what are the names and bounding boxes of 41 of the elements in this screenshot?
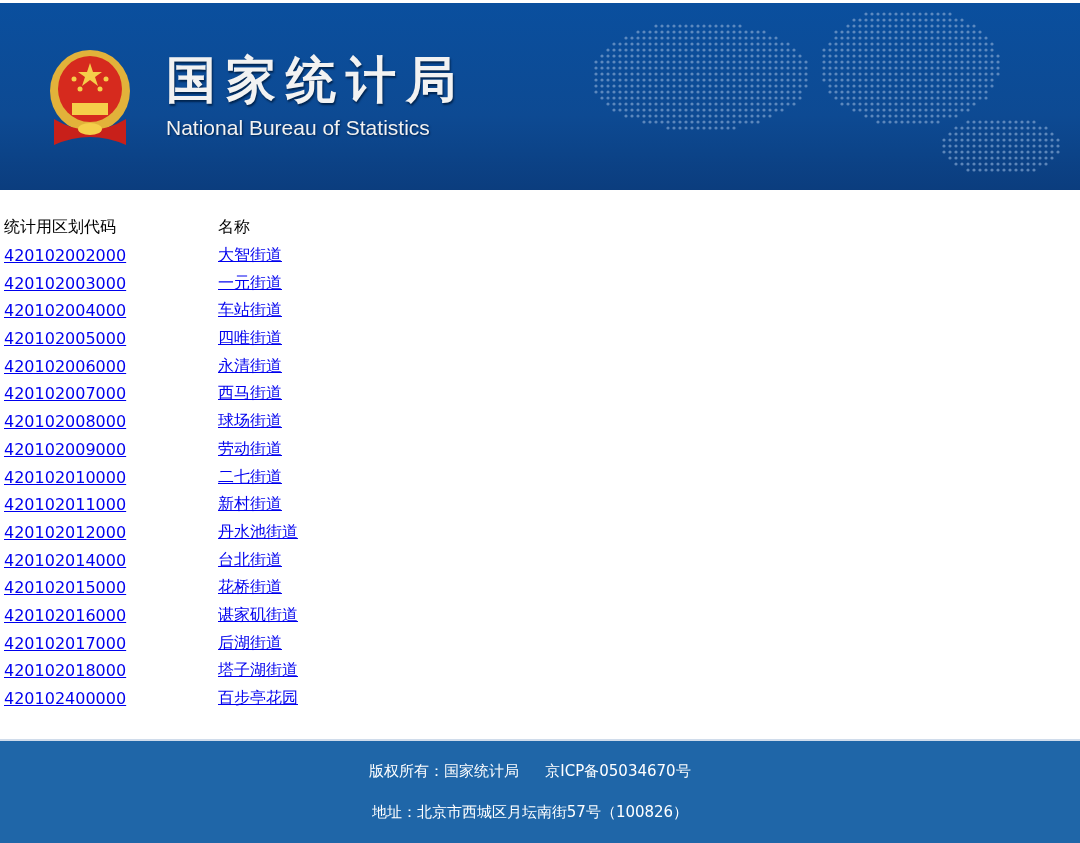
code-link[interactable]: 420102015000 (4, 578, 127, 598)
name-link[interactable]: 台北街道 (218, 549, 282, 569)
name-link[interactable]: 新村街道 (218, 494, 282, 514)
name-link[interactable]: 塔子湖街道 (218, 660, 298, 680)
code-link[interactable]: 420102010000 (4, 467, 127, 487)
name-link[interactable]: 西马街道 (218, 383, 282, 403)
code-link[interactable]: 420102011000 (4, 495, 127, 515)
code-link[interactable]: 420102007000 (4, 384, 127, 404)
code-link[interactable]: 420102017000 (4, 633, 127, 653)
name-link[interactable]: 球场街道 (218, 411, 282, 431)
name-link[interactable]: 永清街道 (218, 355, 282, 375)
name-link[interactable]: 四唯街道 (218, 328, 282, 348)
copyright-text: 版权所有：国家统计局 (369, 762, 520, 781)
name-link[interactable]: 一元街道 (218, 272, 282, 292)
code-link[interactable]: 420102004000 (4, 301, 127, 321)
name-link[interactable]: 车站街道 (218, 300, 282, 320)
name-link[interactable]: 丹水池街道 (218, 521, 298, 541)
name-link[interactable]: 大智街道 (218, 245, 282, 265)
code-link[interactable]: 420102016000 (4, 605, 127, 625)
name-link[interactable]: 二七街道 (218, 466, 282, 486)
column-header: 名称 (217, 216, 251, 239)
code-link[interactable]: 420102003000 (4, 273, 127, 293)
name-link[interactable]: 劳动街道 (218, 438, 282, 458)
name-link[interactable]: 花桥街道 (218, 577, 282, 597)
code-link[interactable]: 420102006000 (4, 356, 127, 376)
code-link[interactable]: 420102400000 (4, 689, 127, 709)
code-link[interactable]: 420102002000 (4, 246, 127, 266)
name-link[interactable]: 谌家矶街道 (218, 604, 298, 624)
code-link[interactable]: 420102009000 (4, 439, 127, 459)
name-link[interactable]: 后湖街道 (218, 632, 282, 652)
code-link[interactable]: 420102012000 (4, 522, 127, 542)
site-subtitle: National Bureau of Statistics (166, 116, 431, 140)
code-link[interactable]: 420102008000 (4, 412, 127, 432)
site-title: 国家统计局 (166, 53, 466, 108)
code-link[interactable]: 420102014000 (4, 550, 127, 570)
name-link[interactable]: 百步亭花园 (218, 688, 298, 708)
code-link[interactable]: 420102005000 (4, 329, 127, 349)
code-link[interactable]: 420102018000 (4, 661, 127, 681)
icp-text: 京ICP备05034670号 (545, 762, 691, 781)
address-text: 地址：北京市西城区月坛南街57号（100826） (371, 803, 689, 822)
column-header: 统计用区划代码 (3, 216, 117, 239)
